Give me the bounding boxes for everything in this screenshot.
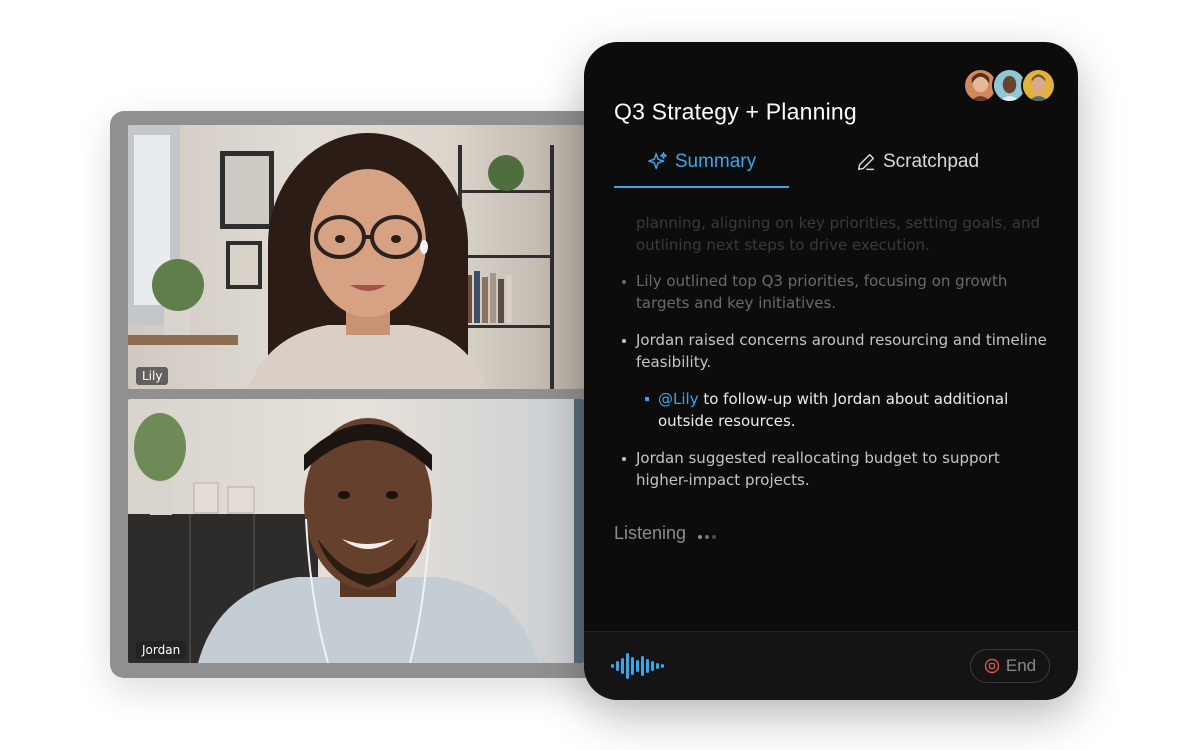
tab-scratchpad-label: Scratchpad (882, 151, 980, 172)
sparkle-icon (647, 152, 667, 170)
end-button-label: End (1005, 656, 1037, 675)
listening-label: Listening (614, 523, 687, 543)
summary-content: planning, aligning on key priorities, se… (614, 212, 1054, 506)
action-item-text: to follow-up with Jordan about additiona… (658, 390, 1009, 430)
participant-avatars[interactable] (963, 68, 1056, 103)
participant-name-tag: Jordan (136, 641, 187, 659)
avatar[interactable] (1021, 68, 1056, 103)
panel-footer: End (584, 631, 1078, 700)
active-tab-indicator (614, 186, 789, 188)
action-item: @Lily to follow-up with Jordan about add… (614, 388, 1054, 432)
participant-video-jordan (128, 399, 584, 663)
summary-bullet: Lily outlined top Q3 priorities, focusin… (614, 270, 1054, 314)
loading-dots-icon (698, 535, 717, 539)
tab-scratchpad[interactable]: Scratchpad (842, 138, 992, 186)
panel-tabs: Summary Scratchpad (614, 138, 1050, 188)
tab-summary[interactable]: Summary (614, 138, 789, 186)
mention-link[interactable]: @Lily (658, 390, 699, 408)
video-tile-jordan[interactable]: Jordan (128, 399, 584, 663)
pencil-icon (857, 153, 875, 171)
audio-wave-icon (611, 653, 664, 679)
listening-status: Listening (614, 523, 717, 544)
summary-intro-faded: planning, aligning on key priorities, se… (636, 214, 1041, 254)
stop-record-icon (984, 658, 1000, 674)
meeting-notes-panel: Q3 Strategy + Planning Summary Scratchpa… (584, 42, 1078, 700)
meeting-title: Q3 Strategy + Planning (614, 98, 857, 125)
participant-name-tag: Lily (136, 367, 169, 385)
tab-summary-label: Summary (674, 151, 757, 172)
video-tile-lily[interactable]: Lily (128, 125, 584, 389)
summary-list: Lily outlined top Q3 priorities, focusin… (614, 270, 1054, 491)
video-call-window: Lily Jordan (110, 111, 605, 678)
summary-bullet: Jordan suggested reallocating budget to … (614, 447, 1054, 491)
participant-video-lily (128, 125, 554, 389)
end-button[interactable]: End (970, 649, 1050, 683)
summary-bullet: Jordan raised concerns around resourcing… (614, 329, 1054, 373)
